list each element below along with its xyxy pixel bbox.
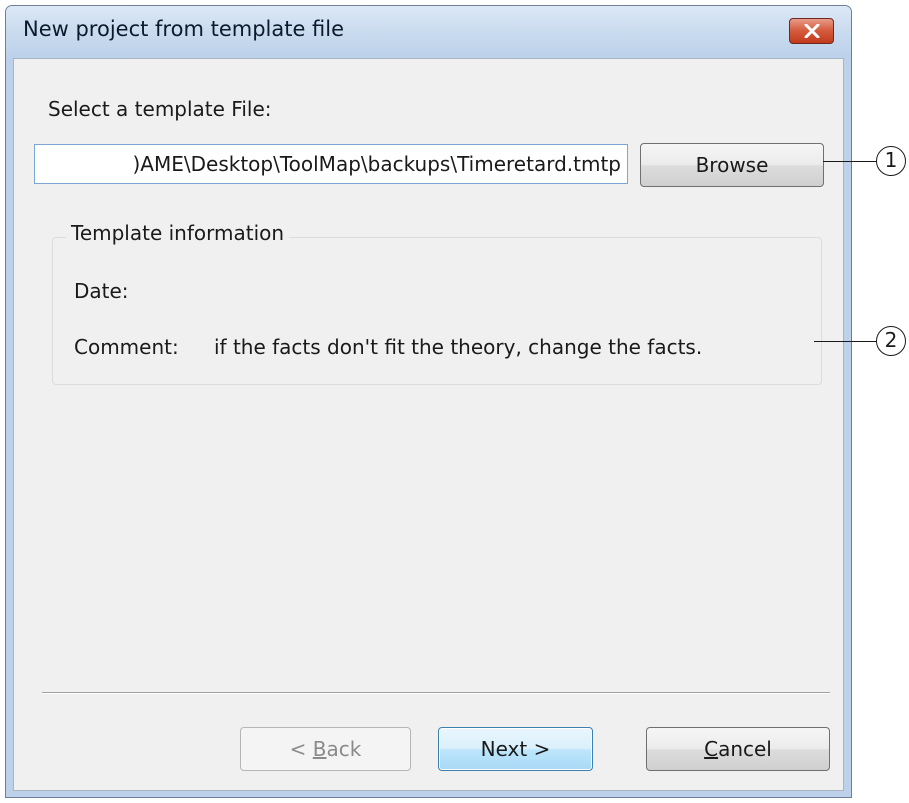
select-template-label: Select a template File:: [48, 97, 272, 121]
comment-value: if the facts don't fit the theory, chang…: [214, 335, 703, 359]
callout-1-line: [823, 161, 877, 162]
window-title: New project from template file: [23, 17, 345, 41]
close-button[interactable]: [789, 18, 834, 44]
date-label: Date:: [74, 279, 129, 303]
close-x-icon: [804, 24, 820, 38]
back-prefix: <: [289, 737, 313, 761]
cancel-rest: ancel: [718, 737, 772, 761]
title-bar[interactable]: New project from template file: [6, 6, 851, 58]
dialog-content: Select a template File: )AME\Desktop\Too…: [13, 58, 844, 791]
dialog-window: New project from template file Select a …: [5, 5, 852, 798]
callout-2-line: [814, 341, 877, 342]
comment-label: Comment:: [74, 335, 179, 359]
back-mnemonic: B: [312, 737, 327, 761]
cancel-mnemonic: C: [704, 737, 719, 761]
next-button[interactable]: Next >: [438, 727, 593, 771]
back-button: < Back: [240, 727, 411, 771]
cancel-button[interactable]: Cancel: [646, 727, 830, 771]
template-information-group: [52, 237, 822, 385]
footer-separator: [42, 692, 830, 694]
browse-button[interactable]: Browse: [640, 143, 824, 187]
callout-2-marker: 2: [876, 326, 906, 356]
callout-1-marker: 1: [876, 146, 906, 176]
template-information-title: Template information: [66, 221, 290, 245]
template-path-value: )AME\Desktop\ToolMap\backups\Timeretard.…: [132, 152, 622, 176]
back-rest: ack: [326, 737, 362, 761]
template-path-input[interactable]: )AME\Desktop\ToolMap\backups\Timeretard.…: [34, 144, 628, 184]
